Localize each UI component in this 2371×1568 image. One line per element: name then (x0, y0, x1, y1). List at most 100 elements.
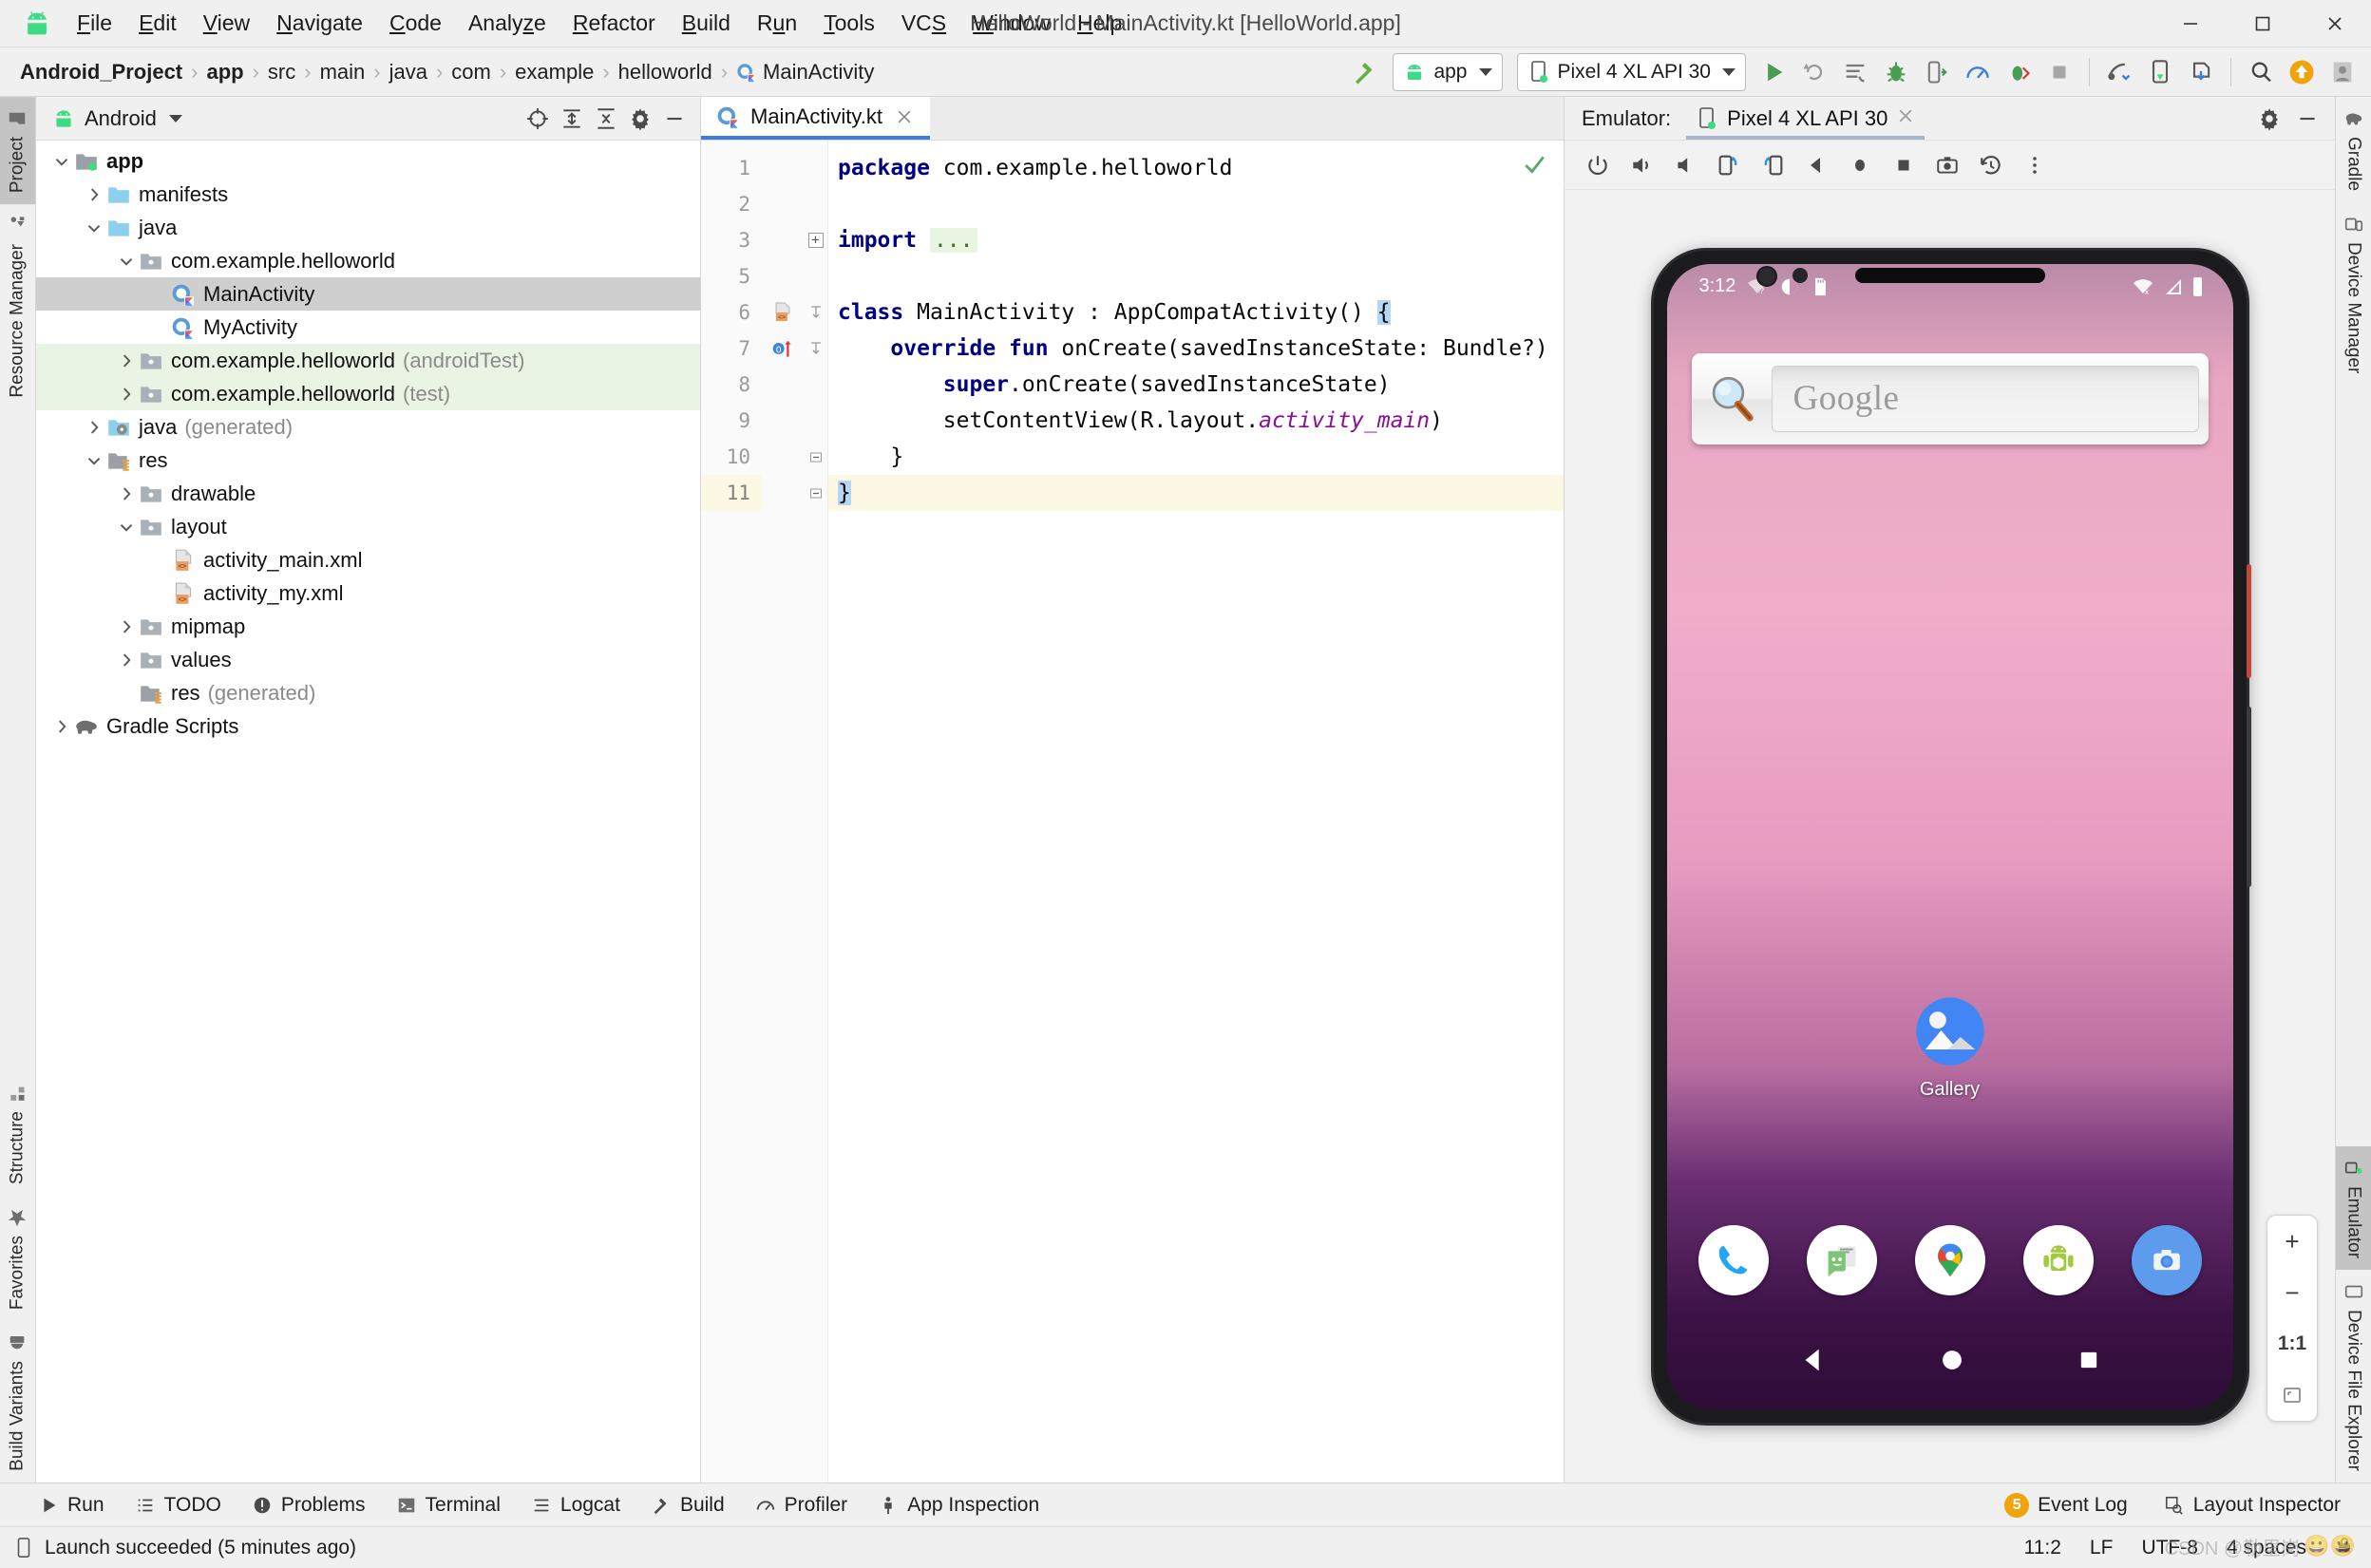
source-code[interactable]: package com.example.helloworld import ...… (828, 141, 1564, 1483)
tree-node[interactable]: layout (36, 510, 700, 543)
chevron-down-icon[interactable] (82, 216, 106, 240)
emulator-home-button[interactable] (1840, 145, 1880, 185)
project-view-selector[interactable]: Android (51, 106, 182, 131)
fold-toggle[interactable] (804, 331, 827, 367)
tool-window-layout-inspector[interactable]: Layout Inspector (2151, 1489, 2354, 1521)
tree-node[interactable]: manifests (36, 178, 700, 211)
tree-node[interactable]: com.example.helloworld (36, 244, 700, 277)
menu-edit[interactable]: Edit (126, 6, 189, 41)
chevron-right-icon[interactable] (82, 182, 106, 207)
tree-node[interactable]: drawable (36, 477, 700, 510)
expand-all-button[interactable] (556, 103, 588, 135)
emulator-more-button[interactable] (2015, 145, 2055, 185)
menu-code[interactable]: Code (377, 6, 454, 41)
run-configuration-selector[interactable]: app (1393, 52, 1503, 91)
tree-node[interactable]: java (generated) (36, 410, 700, 444)
line-number[interactable]: 11 (701, 475, 762, 511)
sidebar-item-device-file-explorer[interactable]: Device File Explorer (2336, 1270, 2371, 1483)
search-everywhere-button[interactable] (2242, 53, 2280, 91)
sidebar-item-resource-manager[interactable]: Resource Manager (0, 204, 35, 409)
emulator-power-button[interactable] (1578, 145, 1618, 185)
caret-position[interactable]: 11:2 (2024, 1537, 2061, 1559)
menu-window[interactable]: Window (960, 6, 1063, 41)
collapse-all-button[interactable] (590, 103, 622, 135)
chevron-down-icon[interactable] (114, 515, 139, 539)
emulator-zoom-in-button[interactable]: + (2267, 1216, 2317, 1267)
emulator-device-tab[interactable]: Pixel 4 XL API 30 (1686, 98, 1925, 140)
breadcrumb-item-6[interactable]: example (508, 57, 600, 87)
dock-app-messages[interactable] (1806, 1224, 1877, 1295)
sdk-manager-button[interactable] (2100, 53, 2138, 91)
tool-window-terminal[interactable]: Terminal (383, 1489, 514, 1521)
emulator-hide-button[interactable] (2291, 103, 2324, 135)
fold-toggle[interactable] (804, 439, 827, 475)
line-number[interactable]: 8 (701, 367, 762, 403)
google-search-widget[interactable]: Google (1691, 352, 2209, 444)
emulator-tab-close-button[interactable] (1896, 106, 1915, 130)
stop-button[interactable] (2040, 53, 2078, 91)
chevron-down-icon[interactable] (114, 249, 139, 274)
select-opened-file-button[interactable] (522, 103, 554, 135)
breadcrumb-item-3[interactable]: main (313, 57, 372, 87)
dock-app-api-demos[interactable] (2022, 1224, 2094, 1295)
sync-gradle-button[interactable] (2182, 53, 2220, 91)
menu-build[interactable]: Build (670, 6, 743, 41)
menu-run[interactable]: Run (745, 6, 809, 41)
run-button[interactable] (1755, 53, 1792, 91)
tree-node[interactable]: <> activity_main.xml (36, 543, 700, 576)
line-number[interactable]: 9 (701, 403, 762, 439)
tool-window-profiler[interactable]: Profiler (742, 1489, 862, 1521)
menu-file[interactable]: File (65, 6, 124, 41)
tree-node[interactable]: com.example.helloworld (androidTest) (36, 344, 700, 377)
code-line[interactable]: } (828, 439, 1564, 475)
emulator-history-button[interactable] (1971, 145, 2011, 185)
sidebar-item-favorites[interactable]: Favorites (0, 1196, 35, 1321)
emulator-actual-size-button[interactable]: 1:1 (2267, 1318, 2317, 1370)
line-number[interactable]: 5 (701, 258, 762, 294)
app-icon-gallery[interactable]: Gallery (1914, 995, 1986, 1101)
menu-tools[interactable]: Tools (811, 6, 887, 41)
breadcrumb-item-4[interactable]: java (383, 57, 434, 87)
tool-window-event-log[interactable]: 5 Event Log (1991, 1488, 2141, 1522)
dock-app-maps[interactable] (1914, 1224, 1985, 1295)
project-tree[interactable]: app manifests java com.example.helloworld Ma… (36, 141, 700, 1483)
indent-setting[interactable]: 4 spaces (2227, 1537, 2306, 1559)
account-button[interactable] (2324, 53, 2362, 91)
code-line[interactable] (828, 186, 1564, 222)
chevron-down-icon[interactable] (82, 448, 106, 473)
sidebar-item-emulator[interactable]: Emulator (2336, 1145, 2371, 1270)
emulator-fit-screen-button[interactable] (2267, 1370, 2317, 1421)
line-number[interactable]: 3 (701, 222, 762, 258)
menu-refactor[interactable]: Refactor (560, 6, 668, 41)
back-triangle-icon[interactable] (1797, 1344, 1830, 1376)
inspection-status-icon[interactable] (1522, 152, 1546, 181)
fold-toggle[interactable] (804, 294, 827, 331)
tree-node[interactable]: values (36, 643, 700, 676)
debug-button[interactable] (1877, 53, 1915, 91)
tree-node[interactable]: MyActivity (36, 311, 700, 344)
sidebar-item-gradle[interactable]: Gradle (2336, 97, 2371, 202)
profiler-button[interactable] (1959, 53, 1997, 91)
menu-help[interactable]: Help (1065, 6, 1134, 41)
breadcrumb-item-7[interactable]: helloworld (612, 57, 719, 87)
tool-window-app-inspection[interactable]: App Inspection (864, 1489, 1053, 1521)
menu-view[interactable]: View (191, 6, 262, 41)
power-side-button[interactable] (2246, 563, 2251, 678)
editor-tab-mainactivity[interactable]: MainActivity.kt (701, 97, 930, 140)
chevron-down-icon[interactable] (49, 149, 74, 174)
emulator-overview-button[interactable] (1884, 145, 1924, 185)
code-editor[interactable]: 1 2 3 5 6 7 8 9 10 11 <> O + package com.example.h… (701, 141, 1564, 1483)
code-line[interactable]: import ... (828, 222, 1564, 258)
line-number[interactable]: 1 (701, 150, 762, 186)
settings-button[interactable] (624, 103, 656, 135)
sidebar-item-project[interactable]: Project (0, 97, 35, 205)
tree-node[interactable]: app (36, 144, 700, 178)
line-number[interactable]: 10 (701, 439, 762, 475)
tree-node[interactable]: mipmap (36, 610, 700, 643)
emulator-screenshot-button[interactable] (1927, 145, 1967, 185)
tree-node[interactable]: <> activity_my.xml (36, 576, 700, 610)
dock-app-phone[interactable] (1698, 1224, 1769, 1295)
sidebar-item-build-variants[interactable]: Build Variants (0, 1321, 35, 1483)
code-line[interactable]: } (828, 475, 1564, 511)
chevron-right-icon[interactable] (114, 382, 139, 406)
